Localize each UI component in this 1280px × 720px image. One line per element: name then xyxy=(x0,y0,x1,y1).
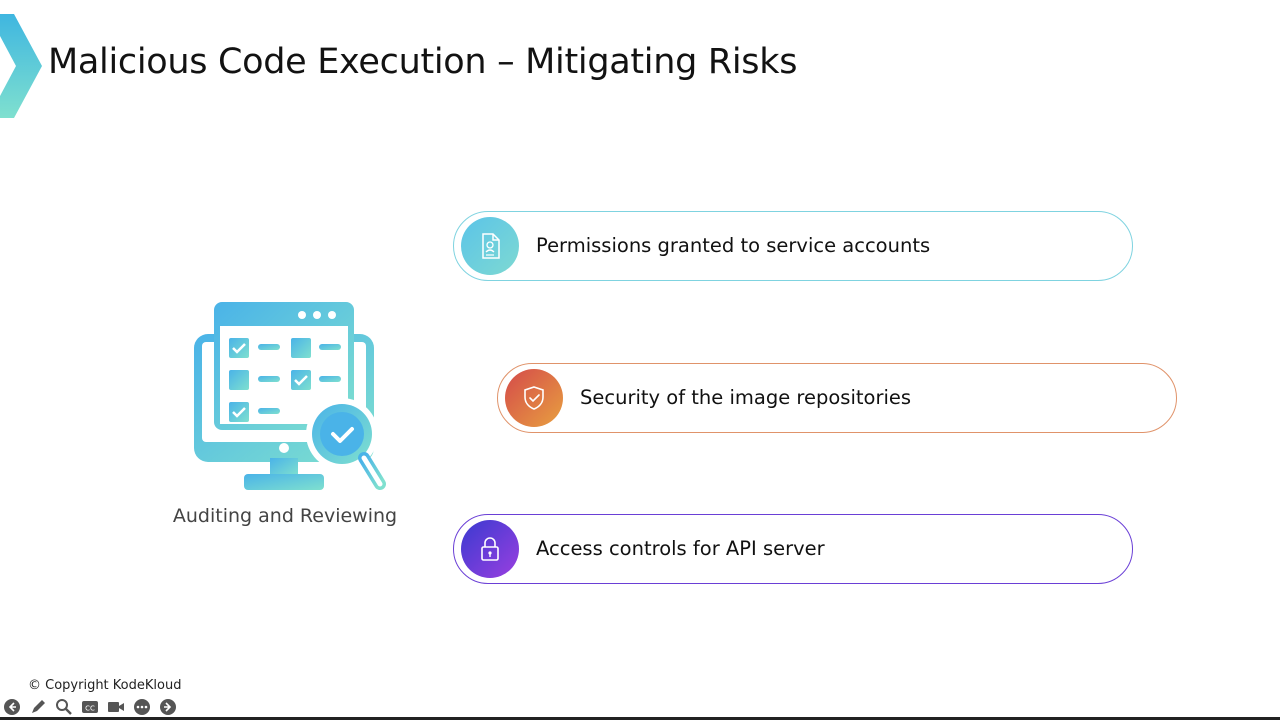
presentation-toolbar: CC xyxy=(2,697,178,717)
lock-icon xyxy=(461,520,519,578)
pen-icon[interactable] xyxy=(28,697,48,717)
forward-arrow-icon[interactable] xyxy=(158,697,178,717)
mitigation-label: Security of the image repositories xyxy=(580,386,912,409)
more-icon[interactable] xyxy=(132,697,152,717)
brand-chevron-icon xyxy=(0,14,42,118)
shield-check-icon xyxy=(505,369,563,427)
audit-monitor-illustration xyxy=(194,302,386,490)
mitigation-item-service-accounts: Permissions granted to service accounts xyxy=(453,211,1133,281)
back-arrow-icon[interactable] xyxy=(2,697,22,717)
copyright-text: © Copyright KodeKloud xyxy=(28,678,182,693)
cc-icon[interactable]: CC xyxy=(80,697,100,717)
mitigation-item-api-access-controls: Access controls for API server xyxy=(453,514,1133,584)
svg-text:CC: CC xyxy=(85,705,95,713)
page-title: Malicious Code Execution – Mitigating Ri… xyxy=(48,42,798,82)
mitigation-item-image-repositories: Security of the image repositories xyxy=(497,363,1177,433)
video-icon[interactable] xyxy=(106,697,126,717)
illustration-caption: Auditing and Reviewing xyxy=(172,505,398,527)
document-icon xyxy=(461,217,519,275)
mitigation-label: Permissions granted to service accounts xyxy=(536,234,931,257)
zoom-icon[interactable] xyxy=(54,697,74,717)
mitigation-label: Access controls for API server xyxy=(536,537,825,560)
